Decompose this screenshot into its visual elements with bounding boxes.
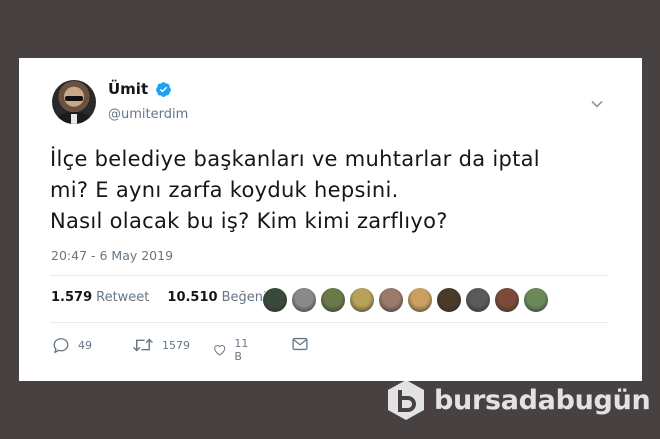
like-action-count: 11 B bbox=[234, 337, 249, 363]
liker-avatar[interactable] bbox=[349, 287, 375, 313]
verified-badge-icon bbox=[156, 82, 171, 97]
tweet-text-line: Nasıl olacak bu iş? Kim kimi zarflıyo? bbox=[50, 209, 448, 233]
divider bbox=[50, 322, 608, 323]
liker-avatar[interactable] bbox=[378, 287, 404, 313]
retweet-count[interactable]: 1.579 bbox=[51, 290, 92, 305]
liker-avatar[interactable] bbox=[262, 287, 288, 313]
liker-avatar[interactable] bbox=[407, 287, 433, 313]
engagement-stats: 1.579 Retweet 10.510 Beğeni bbox=[51, 290, 267, 305]
bursadabugun-logo-icon bbox=[388, 380, 424, 420]
tweet-text: İlçe belediye başkanları ve muhtarlar da… bbox=[50, 144, 620, 237]
liker-avatars[interactable] bbox=[262, 287, 549, 313]
tweet-text-line: İlçe belediye başkanları ve muhtarlar da… bbox=[50, 147, 540, 171]
liker-avatar[interactable] bbox=[523, 287, 549, 313]
site-watermark: bursadabugün bbox=[384, 378, 651, 422]
retweet-icon bbox=[133, 338, 153, 352]
liker-avatar[interactable] bbox=[494, 287, 520, 313]
like-button[interactable]: 11 B bbox=[213, 337, 253, 363]
reply-icon bbox=[53, 338, 69, 354]
tweet-text-line: mi? E aynı zarfa koyduk hepsini. bbox=[50, 178, 399, 202]
liker-avatar[interactable] bbox=[291, 287, 317, 313]
author-handle[interactable]: @umiterdim bbox=[108, 107, 188, 122]
author-avatar[interactable] bbox=[52, 80, 96, 124]
liker-avatar[interactable] bbox=[436, 287, 462, 313]
tweet-timestamp[interactable]: 20:47 - 6 May 2019 bbox=[51, 248, 173, 263]
like-count[interactable]: 10.510 bbox=[167, 290, 217, 305]
retweet-action-count: 1579 bbox=[162, 338, 190, 352]
retweet-label[interactable]: Retweet bbox=[96, 290, 149, 305]
dm-button[interactable] bbox=[292, 337, 308, 351]
envelope-icon bbox=[292, 337, 308, 351]
liker-avatar[interactable] bbox=[465, 287, 491, 313]
reply-count: 49 bbox=[78, 339, 92, 352]
heart-icon bbox=[214, 345, 226, 356]
watermark-text: bursadabugün bbox=[434, 384, 651, 416]
liker-avatar[interactable] bbox=[320, 287, 346, 313]
retweet-button[interactable]: 1579 bbox=[132, 337, 190, 353]
author-name[interactable]: Ümit bbox=[108, 80, 148, 98]
reply-button[interactable]: 49 bbox=[52, 337, 92, 354]
chevron-down-icon[interactable] bbox=[591, 99, 603, 109]
divider bbox=[50, 275, 608, 276]
like-label[interactable]: Beğeni bbox=[222, 290, 267, 305]
